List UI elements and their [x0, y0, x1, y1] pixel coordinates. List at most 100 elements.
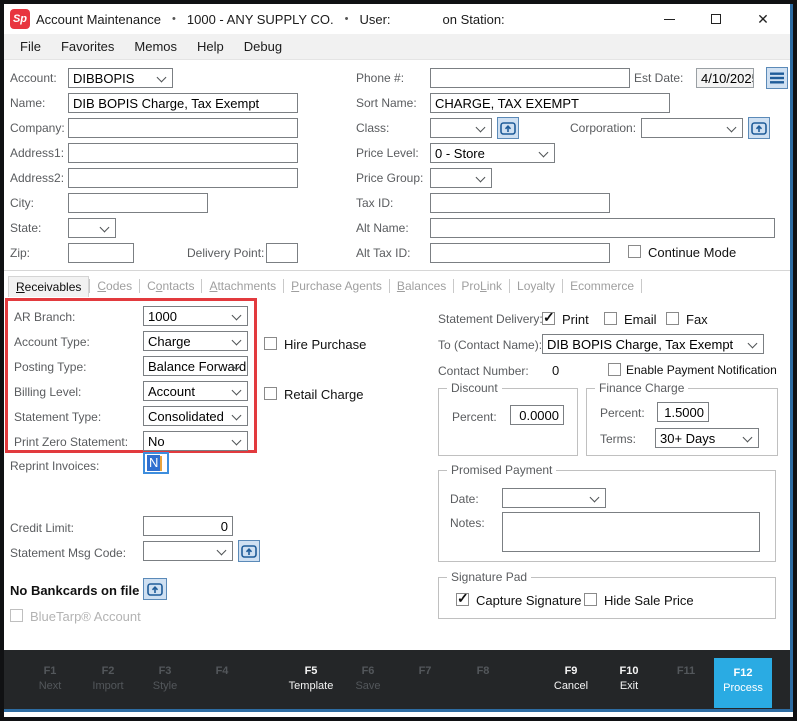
reprint-invoices-field[interactable]: N — [143, 452, 169, 474]
print-checkbox[interactable] — [542, 312, 555, 325]
statement-type-dropdown[interactable]: Consolidated — [143, 406, 248, 426]
email-label: Email — [624, 312, 657, 327]
fkey-key: F5 — [282, 664, 340, 679]
tab-receivables[interactable]: Receivables — [8, 276, 89, 297]
est-date-menu-button[interactable] — [766, 67, 788, 89]
hide-sale-price-checkbox[interactable] — [584, 593, 597, 606]
tab-purchase-agents[interactable]: Purchase Agents — [284, 276, 389, 296]
class-lookup-button[interactable] — [497, 117, 519, 139]
to-contact-name-label: To (Contact Name): — [438, 338, 542, 352]
fkey-f10-exit[interactable]: F10Exit — [600, 664, 658, 693]
enable-payment-notification-checkbox[interactable] — [608, 363, 621, 376]
fkey-f12-process[interactable]: F12Process — [714, 658, 772, 708]
zip-field[interactable] — [68, 243, 134, 263]
no-bankcards-text: No Bankcards on file — [10, 583, 139, 598]
fkey-key: F11 — [657, 664, 715, 679]
phone-field[interactable] — [430, 68, 630, 88]
fkey-f9-cancel[interactable]: F9Cancel — [542, 664, 600, 693]
station-label: on Station: — [443, 12, 505, 27]
ar-branch-dropdown[interactable]: 1000 — [143, 306, 248, 326]
discount-percent-field[interactable]: 0.0000 — [510, 405, 564, 425]
menu-favorites[interactable]: Favorites — [51, 39, 124, 54]
corporation-dropdown[interactable] — [641, 118, 743, 138]
name-label: Name: — [10, 96, 45, 110]
continue-mode-checkbox[interactable] — [628, 245, 641, 258]
tab-codes[interactable]: Codes — [90, 276, 139, 296]
sort-name-label: Sort Name: — [356, 96, 417, 110]
state-dropdown[interactable] — [68, 218, 116, 238]
fkey-key: F9 — [542, 664, 600, 679]
maximize-button[interactable] — [701, 8, 731, 30]
fkey-f6: F6Save — [339, 664, 397, 693]
account-dropdown[interactable]: DIBBOPIS — [68, 68, 173, 88]
corporation-label: Corporation: — [570, 121, 636, 135]
menu-file[interactable]: File — [10, 39, 51, 54]
menu-debug[interactable]: Debug — [234, 39, 292, 54]
hamburger-icon — [770, 72, 784, 84]
credit-limit-field[interactable]: 0 — [143, 516, 233, 536]
finance-percent-field[interactable]: 1.5000 — [657, 402, 709, 422]
price-level-label: Price Level: — [356, 146, 419, 160]
name-field[interactable]: DIB BOPIS Charge, Tax Exempt — [68, 93, 298, 113]
address1-field[interactable] — [68, 143, 298, 163]
close-button[interactable]: ✕ — [748, 8, 778, 30]
state-label: State: — [10, 221, 41, 235]
bankcards-lookup-button[interactable] — [143, 578, 167, 600]
email-checkbox[interactable] — [604, 312, 617, 325]
fkey-key: F7 — [396, 664, 454, 679]
fkey-key: F10 — [600, 664, 658, 679]
tab-prolink[interactable]: ProLink — [454, 276, 509, 296]
delivery-point-field[interactable] — [266, 243, 298, 263]
company-field[interactable] — [68, 118, 298, 138]
corporation-lookup-button[interactable] — [748, 117, 770, 139]
retail-charge-checkbox[interactable] — [264, 387, 277, 400]
promised-date-dropdown[interactable] — [502, 488, 606, 508]
class-label: Class: — [356, 121, 389, 135]
statement-msg-code-dropdown[interactable] — [143, 541, 233, 561]
address2-field[interactable] — [68, 168, 298, 188]
to-contact-name-dropdown[interactable]: DIB BOPIS Charge, Tax Exempt — [542, 334, 764, 354]
hire-purchase-checkbox[interactable] — [264, 337, 277, 350]
function-key-bar: F1Next F2Import F3Style F4 F5Template F6… — [4, 650, 793, 712]
tab-attachments[interactable]: Attachments — [202, 276, 283, 296]
price-group-dropdown[interactable] — [430, 168, 492, 188]
class-dropdown[interactable] — [430, 118, 492, 138]
window-accent-right — [790, 4, 793, 712]
print-label: Print — [562, 312, 589, 327]
fax-checkbox[interactable] — [666, 312, 679, 325]
discount-percent-label: Percent: — [452, 410, 497, 424]
maximize-icon — [711, 14, 721, 24]
statement-msg-lookup-button[interactable] — [238, 540, 260, 562]
menu-bar: File Favorites Memos Help Debug — [4, 34, 793, 60]
terms-dropdown[interactable]: 30+ Days — [655, 428, 759, 448]
menu-help[interactable]: Help — [187, 39, 234, 54]
fkey-label: Next — [21, 679, 79, 693]
title-bullet: • — [345, 13, 349, 25]
finance-percent-label: Percent: — [600, 406, 645, 420]
capture-signature-checkbox[interactable] — [456, 593, 469, 606]
fkey-label: Template — [282, 679, 340, 693]
minimize-button[interactable] — [654, 8, 684, 30]
contact-number-label: Contact Number: — [438, 364, 529, 378]
window-title: Account Maintenance•1000 - ANY SUPPLY CO… — [36, 11, 505, 27]
sort-name-field[interactable]: CHARGE, TAX EXEMPT — [430, 93, 670, 113]
menu-memos[interactable]: Memos — [124, 39, 187, 54]
print-zero-statement-dropdown[interactable]: No — [143, 431, 248, 451]
city-field[interactable] — [68, 193, 208, 213]
lookup-arrow-icon — [500, 122, 516, 135]
account-type-dropdown[interactable]: Charge — [143, 331, 248, 351]
tax-id-field[interactable] — [430, 193, 610, 213]
terms-label: Terms: — [600, 432, 636, 446]
alt-tax-id-field[interactable] — [430, 243, 610, 263]
notes-textarea[interactable] — [502, 512, 760, 552]
alt-name-field[interactable] — [430, 218, 775, 238]
tab-ecommerce[interactable]: Ecommerce — [563, 276, 641, 296]
zip-label: Zip: — [10, 246, 30, 260]
price-level-dropdown[interactable]: 0 - Store — [430, 143, 555, 163]
tab-balances[interactable]: Balances — [390, 276, 453, 296]
tab-loyalty[interactable]: Loyalty — [510, 276, 562, 296]
fkey-f5-template[interactable]: F5Template — [282, 664, 340, 693]
tab-contacts[interactable]: Contacts — [140, 276, 201, 296]
billing-level-dropdown[interactable]: Account — [143, 381, 248, 401]
posting-type-dropdown[interactable]: Balance Forward — [143, 356, 248, 376]
